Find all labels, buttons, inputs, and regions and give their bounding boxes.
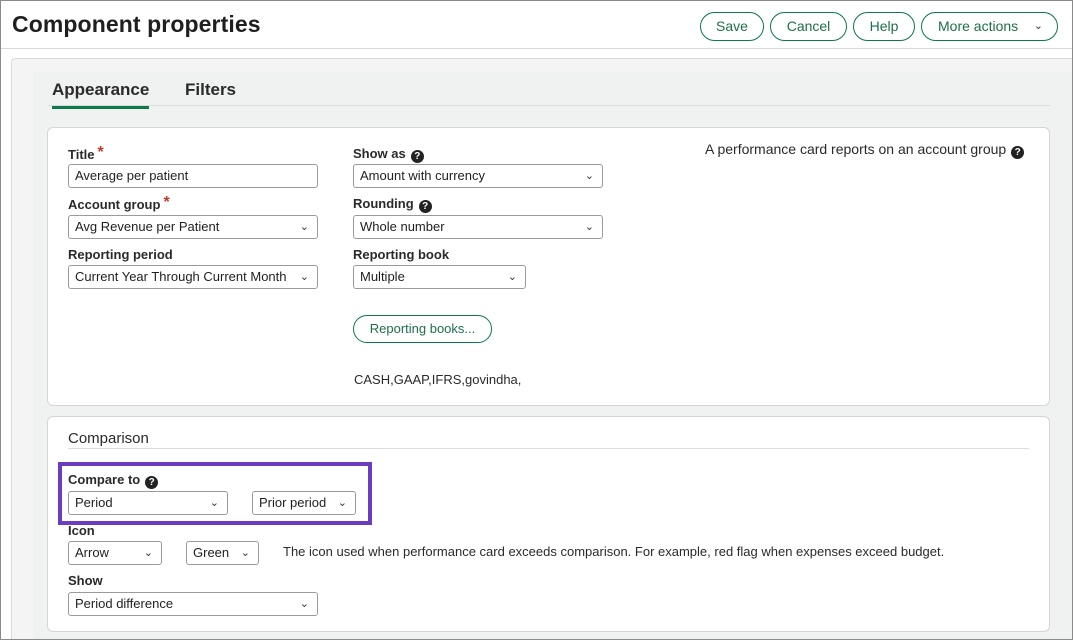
icon-value: Arrow xyxy=(75,545,109,560)
tab-filters[interactable]: Filters xyxy=(185,80,236,106)
reporting-period-label: Reporting period xyxy=(68,247,173,262)
reporting-book-value: Multiple xyxy=(360,269,405,284)
more-actions-button[interactable]: More actions ⌄ xyxy=(921,12,1058,41)
tab-bar: Appearance Filters xyxy=(48,78,1050,109)
show-as-value: Amount with currency xyxy=(360,168,485,183)
tab-appearance[interactable]: Appearance xyxy=(52,80,150,109)
title-input[interactable]: Average per patient xyxy=(68,164,318,188)
help-icon[interactable]: ? xyxy=(1011,146,1025,159)
rounding-select[interactable]: Whole number ⌄ xyxy=(353,215,603,239)
account-group-select[interactable]: Avg Revenue per Patient ⌄ xyxy=(68,215,318,239)
reporting-book-select[interactable]: Multiple ⌄ xyxy=(353,265,526,289)
chevron-down-icon: ⌄ xyxy=(299,221,309,233)
page-header: Component properties Save Cancel Help Mo… xyxy=(1,1,1072,49)
chevron-down-icon: ⌄ xyxy=(584,221,594,233)
chevron-down-icon: ⌄ xyxy=(584,170,594,182)
more-actions-label: More actions xyxy=(938,18,1019,34)
help-icon[interactable]: ? xyxy=(410,150,424,163)
icon-label: Icon xyxy=(68,523,95,538)
reporting-books-list: CASH,GAAP,IFRS,govindha, xyxy=(354,372,522,387)
chevron-down-icon: ⌄ xyxy=(299,271,309,283)
show-as-select[interactable]: Amount with currency ⌄ xyxy=(353,164,603,188)
chevron-down-icon: ⌄ xyxy=(299,598,309,610)
reporting-books-button[interactable]: Reporting books... xyxy=(353,315,492,343)
help-icon[interactable]: ? xyxy=(418,200,432,213)
rounding-value: Whole number xyxy=(360,219,445,234)
icon-select[interactable]: Arrow ⌄ xyxy=(68,541,162,565)
save-button[interactable]: Save xyxy=(700,12,764,41)
page-title: Component properties xyxy=(12,11,261,37)
chevron-down-icon: ⌄ xyxy=(240,547,250,559)
help-button[interactable]: Help xyxy=(853,12,915,41)
icon-help-text: The icon used when performance card exce… xyxy=(283,544,945,559)
reporting-book-label: Reporting book xyxy=(353,247,450,262)
chevron-down-icon: ⌄ xyxy=(507,271,517,283)
rounding-label: Rounding? xyxy=(353,196,432,213)
icon-color-value: Green xyxy=(193,545,230,560)
highlight-box xyxy=(58,462,372,525)
chevron-down-icon: ⌄ xyxy=(1033,20,1043,32)
cancel-button[interactable]: Cancel xyxy=(770,12,847,41)
title-label: Title * xyxy=(68,144,104,162)
show-label: Show xyxy=(68,573,103,588)
reporting-period-value: Current Year Through Current Month xyxy=(75,269,287,284)
show-as-label: Show as? xyxy=(353,146,424,163)
icon-color-select[interactable]: Green ⌄ xyxy=(186,541,259,565)
account-group-label: Account group * xyxy=(68,194,170,212)
info-text: A performance card reports on an account… xyxy=(705,141,1025,159)
comparison-section-title: Comparison xyxy=(68,430,149,447)
show-value: Period difference xyxy=(75,596,174,611)
required-asterisk-icon: * xyxy=(163,194,170,211)
show-select[interactable]: Period difference ⌄ xyxy=(68,592,318,616)
account-group-value: Avg Revenue per Patient xyxy=(75,219,220,234)
chevron-down-icon: ⌄ xyxy=(143,547,153,559)
reporting-period-select[interactable]: Current Year Through Current Month ⌄ xyxy=(68,265,318,289)
required-asterisk-icon: * xyxy=(97,144,104,161)
section-divider xyxy=(68,448,1029,449)
